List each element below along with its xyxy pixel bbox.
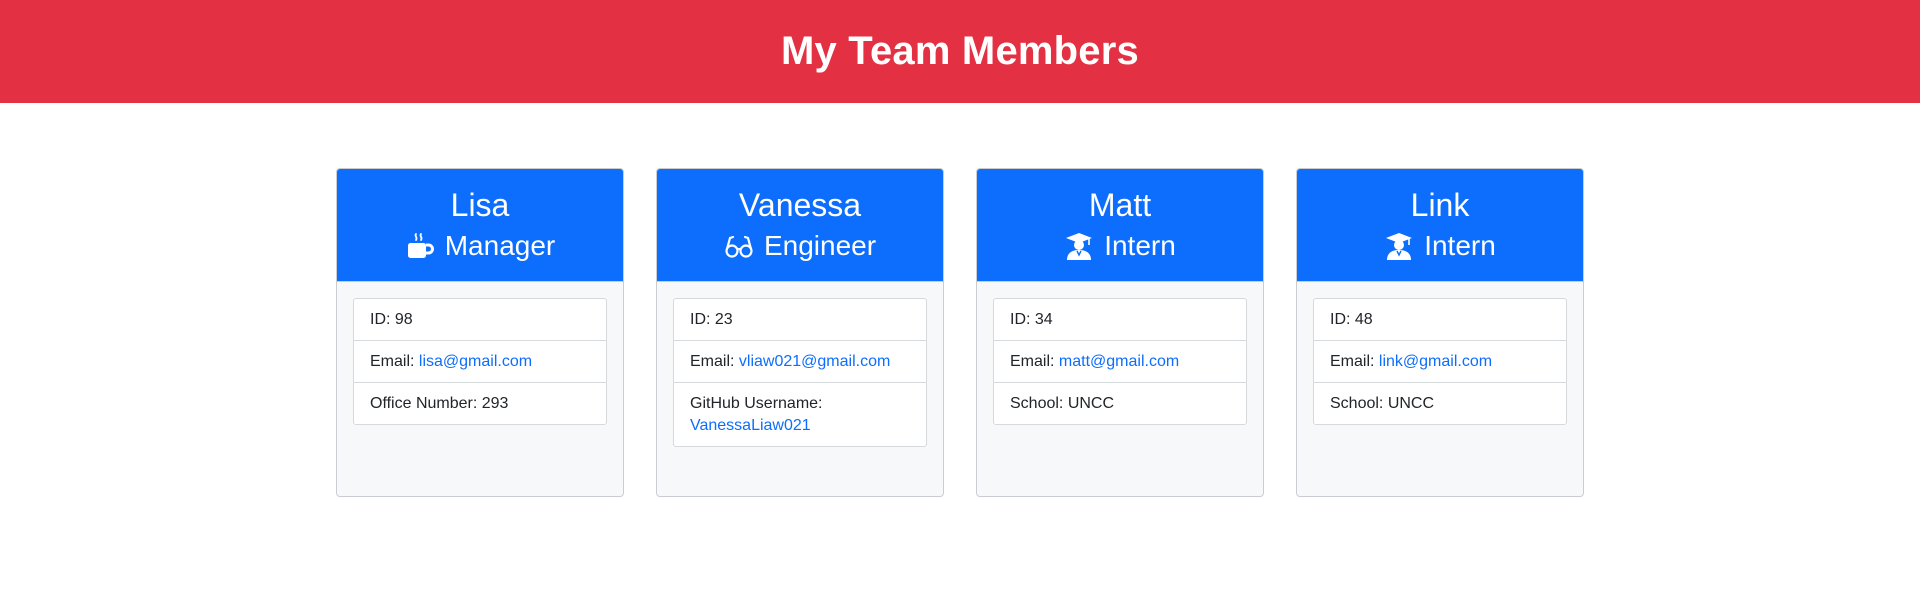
github-link[interactable]: VanessaLiaw021 [690, 415, 910, 437]
member-id: ID: 48 [1330, 311, 1373, 328]
role-label: Intern [1104, 230, 1176, 261]
role-label: Intern [1424, 230, 1496, 261]
team-card-manager: Lisa Manager ID: 98 Email: lisa@gmail.co… [336, 168, 624, 497]
role-label: Manager [444, 230, 556, 261]
email-label: Email: [370, 353, 419, 370]
team-card-engineer: Vanessa Engineer ID: 23 Email: vliaw021@ [656, 168, 944, 497]
graduate-icon [1064, 231, 1094, 261]
card-body: ID: 34 Email: matt@gmail.com School: UNC… [977, 282, 1263, 441]
email-label: Email: [1010, 353, 1059, 370]
team-card-intern: Link Intern ID: 48 Email: link@gmail.com [1296, 168, 1584, 497]
member-email-row: Email: vliaw021@gmail.com [674, 340, 926, 382]
email-link[interactable]: vliaw021@gmail.com [739, 353, 890, 370]
member-details: ID: 48 Email: link@gmail.com School: UNC… [1313, 298, 1567, 425]
email-label: Email: [690, 353, 739, 370]
member-id: ID: 23 [690, 311, 733, 328]
member-email-row: Email: lisa@gmail.com [354, 340, 606, 382]
glasses-icon [724, 231, 754, 261]
member-id: ID: 34 [1010, 311, 1053, 328]
page-header: My Team Members [0, 0, 1920, 103]
member-details: ID: 23 Email: vliaw021@gmail.com GitHub … [673, 298, 927, 447]
member-office-number: Office Number: 293 [354, 382, 606, 424]
member-name: Lisa [450, 187, 510, 223]
member-school: School: UNCC [994, 382, 1246, 424]
coffee-mug-icon [405, 231, 435, 261]
email-link[interactable]: lisa@gmail.com [419, 353, 532, 370]
member-name: Matt [1088, 187, 1152, 223]
card-header: Vanessa Engineer [657, 169, 943, 282]
page-title: My Team Members [781, 29, 1139, 73]
team-card-intern: Matt Intern ID: 34 Email: matt@gmail.com [976, 168, 1264, 497]
member-school: School: UNCC [1314, 382, 1566, 424]
card-header: Link Intern [1297, 169, 1583, 282]
github-label: GitHub Username: [690, 395, 823, 412]
member-details: ID: 34 Email: matt@gmail.com School: UNC… [993, 298, 1247, 425]
team-cards: Lisa Manager ID: 98 Email: lisa@gmail.co… [336, 168, 1584, 497]
member-github-row: GitHub Username: VanessaLiaw021 [674, 382, 926, 446]
email-label: Email: [1330, 353, 1379, 370]
member-role: Intern [1064, 227, 1176, 265]
member-role: Engineer [724, 227, 876, 265]
role-label: Engineer [763, 230, 877, 261]
card-header: Matt Intern [977, 169, 1263, 282]
member-name: Link [1410, 187, 1470, 223]
member-role: Manager [405, 227, 556, 265]
card-body: ID: 98 Email: lisa@gmail.com Office Numb… [337, 282, 623, 441]
member-name: Vanessa [738, 187, 862, 223]
member-email-row: Email: link@gmail.com [1314, 340, 1566, 382]
member-email-row: Email: matt@gmail.com [994, 340, 1246, 382]
graduate-icon [1384, 231, 1414, 261]
card-header: Lisa Manager [337, 169, 623, 282]
card-body: ID: 48 Email: link@gmail.com School: UNC… [1297, 282, 1583, 441]
member-details: ID: 98 Email: lisa@gmail.com Office Numb… [353, 298, 607, 425]
member-role: Intern [1384, 227, 1496, 265]
card-body: ID: 23 Email: vliaw021@gmail.com GitHub … [657, 282, 943, 463]
member-id: ID: 98 [370, 311, 413, 328]
email-link[interactable]: matt@gmail.com [1059, 353, 1179, 370]
email-link[interactable]: link@gmail.com [1379, 353, 1492, 370]
